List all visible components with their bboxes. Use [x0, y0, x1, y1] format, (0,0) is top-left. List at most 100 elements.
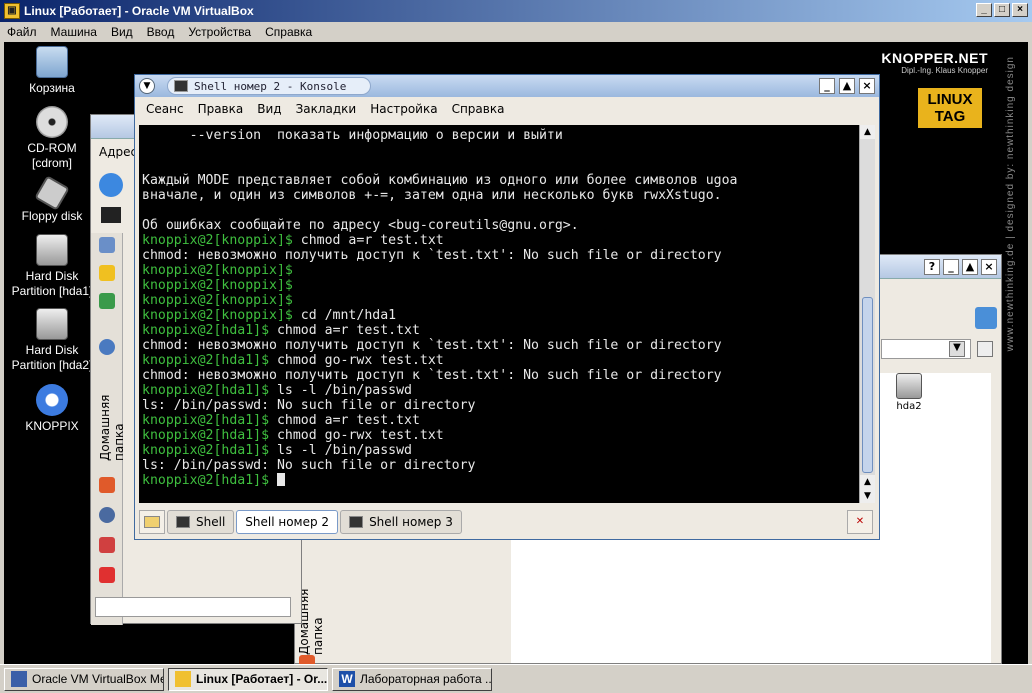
taskbar-item-linux-vm[interactable]: Linux [Работает] - Or... [168, 667, 328, 691]
word-icon: W [339, 671, 355, 687]
terminal-line: knoppix@2[hda1]$ chmod a=r test.txt [142, 323, 861, 338]
scroll-up-icon[interactable]: ▲ [860, 125, 875, 139]
guest-screen[interactable]: KNOPPER.NET Dipl.-Ing. Klaus Knopper LIN… [4, 42, 1028, 664]
menu-view[interactable]: Вид [250, 102, 288, 116]
terminal-output[interactable]: --version показать информацию о версии и… [139, 125, 861, 503]
bookmarks-icon[interactable] [99, 265, 115, 281]
services-icon[interactable] [99, 293, 115, 309]
sidebar-tab-home[interactable]: Домашняя папка [98, 365, 126, 461]
terminal-icon [176, 516, 190, 528]
konsole-titlebar[interactable]: ▼ Shell номер 2 - Konsole _ ▲ × [135, 75, 879, 97]
maximize-button[interactable]: ▲ [962, 258, 978, 275]
desktop-icon-hda2[interactable]: Hard Disk Partition [hda2] [10, 308, 94, 373]
desktop-icon-floppy[interactable]: Floppy disk [10, 175, 94, 224]
terminal-line: knoppix@2[knoppix]$ chmod a=r test.txt [142, 233, 861, 248]
tab-shell-3[interactable]: Shell номер 3 [340, 510, 462, 534]
close-location-icon[interactable] [101, 207, 121, 223]
new-session-button[interactable] [139, 510, 165, 534]
desktop-icon-hda1[interactable]: Hard Disk Partition [hda1] [10, 234, 94, 299]
menu-machine[interactable]: Машина [44, 25, 104, 39]
virtualbox-app-icon: ▣ [4, 3, 20, 19]
shell-command: ls -l /bin/passwd [269, 383, 412, 398]
host-window-title: Linux [Работает] - Oracle VM VirtualBox [24, 4, 254, 18]
shell-prompt: knoppix@2[knoppix]$ [142, 293, 293, 308]
media-icon[interactable] [99, 567, 115, 583]
network-icon[interactable] [99, 507, 115, 523]
host-menubar: Файл Машина Вид Ввод Устройства Справка [0, 22, 1032, 42]
shell-command: chmod a=r test.txt [292, 233, 444, 248]
minimize-button[interactable]: _ [819, 78, 835, 94]
maximize-button[interactable]: □ [994, 3, 1010, 17]
terminal-line: chmod: невозможно получить доступ к `tes… [142, 368, 861, 383]
shell-command [269, 473, 277, 488]
text-cursor [277, 473, 285, 486]
settings-icon[interactable] [975, 307, 997, 329]
sidebar-panel: Домашняя папка [91, 233, 126, 625]
menu-settings[interactable]: Настройка [363, 102, 444, 116]
scrollbar-thumb[interactable] [862, 297, 873, 473]
shell-command: chmod a=r test.txt [269, 413, 420, 428]
virtualbox-icon [11, 671, 27, 687]
home-icon[interactable] [99, 477, 115, 493]
file-item-hda2[interactable]: hda2 [889, 373, 929, 412]
menu-input[interactable]: Ввод [140, 25, 182, 39]
konsole-window[interactable]: ▼ Shell номер 2 - Konsole _ ▲ × Сеанс Пр… [134, 74, 880, 540]
maximize-button[interactable]: ▲ [839, 78, 855, 94]
terminal-line: knoppix@2[knoppix]$ [142, 263, 861, 278]
shell-output: вначале, и один из символов +-=, затем о… [142, 188, 722, 203]
taskbar-item-virtualbox-manager[interactable]: Oracle VM VirtualBox Ме... [4, 667, 164, 691]
minimize-button[interactable]: _ [976, 3, 992, 17]
scroll-down-icon[interactable]: ▼ [860, 489, 875, 503]
chevron-down-icon[interactable]: ▼ [949, 341, 965, 357]
minimize-button[interactable]: _ [943, 258, 959, 275]
terminal-line: knoppix@2[hda1]$ chmod a=r test.txt [142, 413, 861, 428]
scroll-up-icon[interactable]: ▲ [860, 475, 875, 489]
shell-output: chmod: невозможно получить доступ к `tes… [142, 338, 722, 353]
menu-help[interactable]: Справка [445, 102, 512, 116]
window-menu-icon[interactable]: ▼ [139, 78, 155, 94]
close-session-icon[interactable]: ✕ [847, 510, 873, 534]
menu-devices[interactable]: Устройства [181, 25, 258, 39]
terminal-line: --version показать информацию о версии и… [142, 128, 861, 143]
tools-icon[interactable] [99, 237, 115, 253]
konsole-title: Shell номер 2 - Konsole [194, 79, 347, 93]
terminal-line: ls: /bin/passwd: No such file or directo… [142, 398, 861, 413]
shell-prompt: knoppix@2[hda1]$ [142, 443, 270, 458]
menu-file[interactable]: Файл [0, 25, 44, 39]
go-icon[interactable] [977, 341, 993, 357]
tab-shell-2[interactable]: Shell номер 2 [236, 510, 339, 534]
shell-prompt: knoppix@2[knoppix]$ [142, 278, 293, 293]
close-button[interactable]: × [859, 78, 875, 94]
menu-edit[interactable]: Правка [191, 102, 251, 116]
menu-bookmarks[interactable]: Закладки [289, 102, 364, 116]
terminal-line: knoppix@2[hda1]$ ls -l /bin/passwd [142, 383, 861, 398]
shell-output: Каждый MODE представляет собой комбинаци… [142, 173, 738, 188]
help-button[interactable]: ? [924, 258, 940, 275]
desktop-icon-trash[interactable]: Корзина [10, 46, 94, 96]
home-icon[interactable] [299, 655, 315, 664]
close-button[interactable]: × [981, 258, 997, 275]
menu-help[interactable]: Справка [258, 25, 319, 39]
shell-prompt: knoppix@2[knoppix]$ [142, 233, 293, 248]
desktop-icon-cdrom[interactable]: CD-ROM [cdrom] [10, 106, 94, 171]
close-button[interactable]: × [1012, 3, 1028, 17]
back-icon[interactable] [99, 173, 123, 197]
terminal-scrollbar[interactable]: ▲ ▲ ▼ [859, 125, 875, 503]
tab-shell[interactable]: Shell [167, 510, 235, 534]
folder-icon[interactable] [99, 537, 115, 553]
history-icon[interactable] [99, 339, 115, 355]
shell-command: cd /mnt/hda1 [292, 308, 397, 323]
menu-view[interactable]: Вид [104, 25, 140, 39]
shell-prompt: knoppix@2[hda1]$ [142, 428, 270, 443]
terminal-line: ls: /bin/passwd: No such file or directo… [142, 458, 861, 473]
host-titlebar[interactable]: ▣ Linux [Работает] - Oracle VM VirtualBo… [0, 0, 1032, 22]
taskbar-item-word-document[interactable]: W Лабораторная работа ... [332, 667, 492, 691]
shell-command: chmod go-rwx test.txt [269, 353, 444, 368]
desktop-icon-knoppix[interactable]: KNOPPIX [10, 384, 94, 434]
status-bar [95, 597, 291, 617]
menu-session[interactable]: Сеанс [139, 102, 191, 116]
shell-prompt: knoppix@2[hda1]$ [142, 473, 270, 488]
